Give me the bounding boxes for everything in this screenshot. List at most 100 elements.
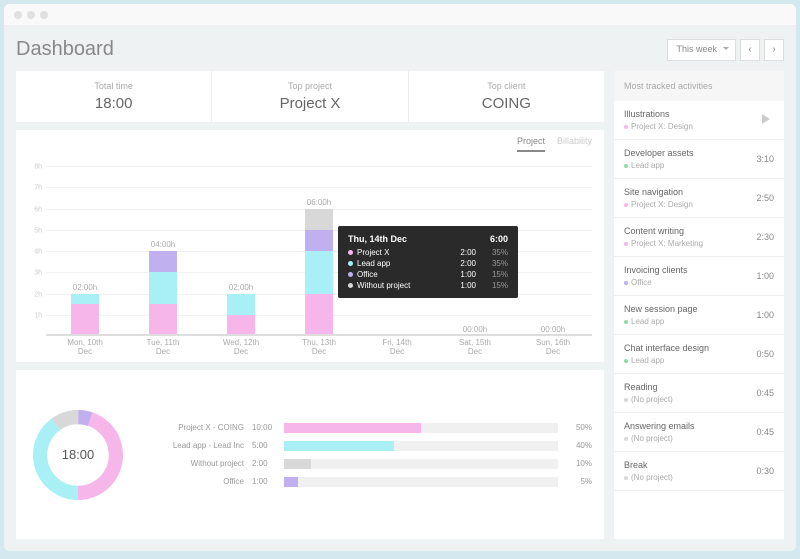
stat-card: Top clientCOING [409, 71, 604, 122]
tooltip-row: Lead app2:0035% [348, 259, 508, 268]
breakdown-row: Lead app - Lead Inc 5:00 40% [144, 441, 592, 451]
bar-segment [149, 251, 177, 272]
bar-column[interactable]: 04:00h [142, 166, 184, 336]
activities-panel: Most tracked activities IllustrationsPro… [614, 71, 784, 539]
x-axis-label: Mon, 10th Dec [64, 338, 106, 356]
activity-project: (No project) [624, 395, 673, 404]
bar-segment [305, 230, 333, 251]
bar-stack: 02:00h [227, 166, 255, 336]
project-dot [624, 476, 628, 480]
breakdown-card: 18:00 Project X - COING 10:00 50% Lead app … [16, 370, 604, 539]
breakdown-pct: 50% [566, 423, 592, 432]
stats-row: Total time18:00Top projectProject XTop c… [16, 71, 604, 122]
bar-stack: 00:00h [539, 166, 567, 336]
activity-time: 1:00 [756, 310, 774, 320]
chart-tooltip: Thu, 14th Dec6:00Project X2:0035%Lead ap… [338, 226, 518, 298]
y-tick-label: 5h [28, 227, 42, 234]
page-title: Dashboard [16, 38, 114, 61]
activities-header: Most tracked activities [614, 71, 784, 101]
project-dot [624, 320, 628, 324]
activity-item[interactable]: Chat interface designLead app0:50 [614, 335, 784, 374]
activity-time: 0:45 [756, 388, 774, 398]
breakdown-time: 10:00 [252, 423, 276, 432]
breakdown-bar [284, 477, 558, 487]
activity-name: Site navigation [624, 187, 693, 197]
stat-value: 18:00 [26, 95, 201, 112]
activity-item[interactable]: New session pageLead app1:00 [614, 296, 784, 335]
bar-column[interactable]: 00:00h [532, 166, 574, 336]
y-tick-label: 6h [28, 206, 42, 213]
activity-project: Project X: Design [624, 200, 693, 209]
activity-time: 1:00 [756, 271, 774, 281]
play-icon[interactable] [762, 114, 774, 126]
activity-project: (No project) [624, 434, 695, 443]
legend-dot [348, 261, 353, 266]
activity-item[interactable]: Developer assetsLead app3:10 [614, 140, 784, 179]
content: Dashboard This week ‹ › Total time18:00T… [4, 26, 796, 551]
breakdown-pct: 40% [566, 441, 592, 450]
activity-item[interactable]: Site navigationProject X: Design2:50 [614, 179, 784, 218]
breakdown-fill [284, 423, 421, 433]
activity-name: Break [624, 460, 673, 470]
activity-item[interactable]: Break(No project)0:30 [614, 452, 784, 491]
window-dot [27, 11, 35, 19]
legend-dot [348, 250, 353, 255]
stat-label: Top project [222, 81, 397, 91]
next-period-button[interactable]: › [764, 39, 784, 61]
bar-segment [305, 209, 333, 230]
x-axis-label: Wed, 12th Dec [220, 338, 262, 356]
titlebar [4, 4, 796, 26]
x-axis-label: Sun, 16th Dec [532, 338, 574, 356]
y-tick-label: 2h [28, 291, 42, 298]
breakdown-bar [284, 441, 558, 451]
activity-item[interactable]: Invoicing clients Office 1:00 [614, 257, 784, 296]
activity-project: Lead app [624, 317, 698, 326]
left-column: Total time18:00Top projectProject XTop c… [16, 71, 604, 539]
donut-center-label: 18:00 [28, 405, 128, 505]
bar-column[interactable]: 06:00h [298, 166, 340, 336]
y-tick-label: 8h [28, 164, 42, 171]
breakdown-time: 5:00 [252, 441, 276, 450]
x-axis-label: Sat, 15th Dec [454, 338, 496, 356]
prev-period-button[interactable]: ‹ [740, 39, 760, 61]
bar-column[interactable]: 02:00h [64, 166, 106, 336]
breakdown-name: Office [144, 477, 244, 486]
breakdown-name: Lead app - Lead Inc [144, 441, 244, 450]
period-selector[interactable]: This week [667, 39, 736, 61]
bar-segment [305, 294, 333, 337]
bar-stack: 04:00h [149, 166, 177, 336]
project-dot [624, 164, 628, 168]
tab-project[interactable]: Project [517, 136, 545, 152]
activity-name: Developer assets [624, 148, 694, 158]
breakdown-pct: 5% [566, 477, 592, 486]
window-dot [40, 11, 48, 19]
activity-item[interactable]: Reading (No project) 0:45 [614, 374, 784, 413]
bar-value-label: 02:00h [71, 283, 99, 292]
project-dot [624, 398, 628, 402]
activity-name: Reading [624, 382, 673, 392]
activity-time: 0:50 [756, 349, 774, 359]
breakdown-list: Project X - COING 10:00 50% Lead app - Lead… [144, 423, 592, 487]
bar-segment [305, 251, 333, 294]
bar-stack: 06:00h [305, 166, 333, 336]
activity-item[interactable]: IllustrationsProject X: Design [614, 101, 784, 140]
activity-item[interactable]: Content writingProject X: Marketing2:30 [614, 218, 784, 257]
bar-value-label: 06:00h [305, 198, 333, 207]
stat-card: Top projectProject X [212, 71, 408, 122]
activities-list: IllustrationsProject X: DesignDeveloper … [614, 101, 784, 491]
bar-column[interactable]: 02:00h [220, 166, 262, 336]
activity-item[interactable]: Answering emails(No project)0:45 [614, 413, 784, 452]
activity-project: Lead app [624, 356, 709, 365]
tooltip-header: Thu, 14th Dec6:00 [348, 234, 508, 244]
y-tick-label: 1h [28, 312, 42, 319]
project-dot [624, 203, 628, 207]
breakdown-name: Project X - COING [144, 423, 244, 432]
x-axis-label: Tue, 11th Dec [142, 338, 184, 356]
project-dot [624, 281, 628, 285]
donut-chart: 18:00 [28, 405, 128, 505]
tab-billability[interactable]: Billability [557, 136, 592, 152]
bar-value-label: 00:00h [461, 325, 489, 334]
activity-name: Invoicing clients [624, 265, 688, 275]
breakdown-row: Office1:005% [144, 477, 592, 487]
activity-project: Office [624, 278, 688, 287]
